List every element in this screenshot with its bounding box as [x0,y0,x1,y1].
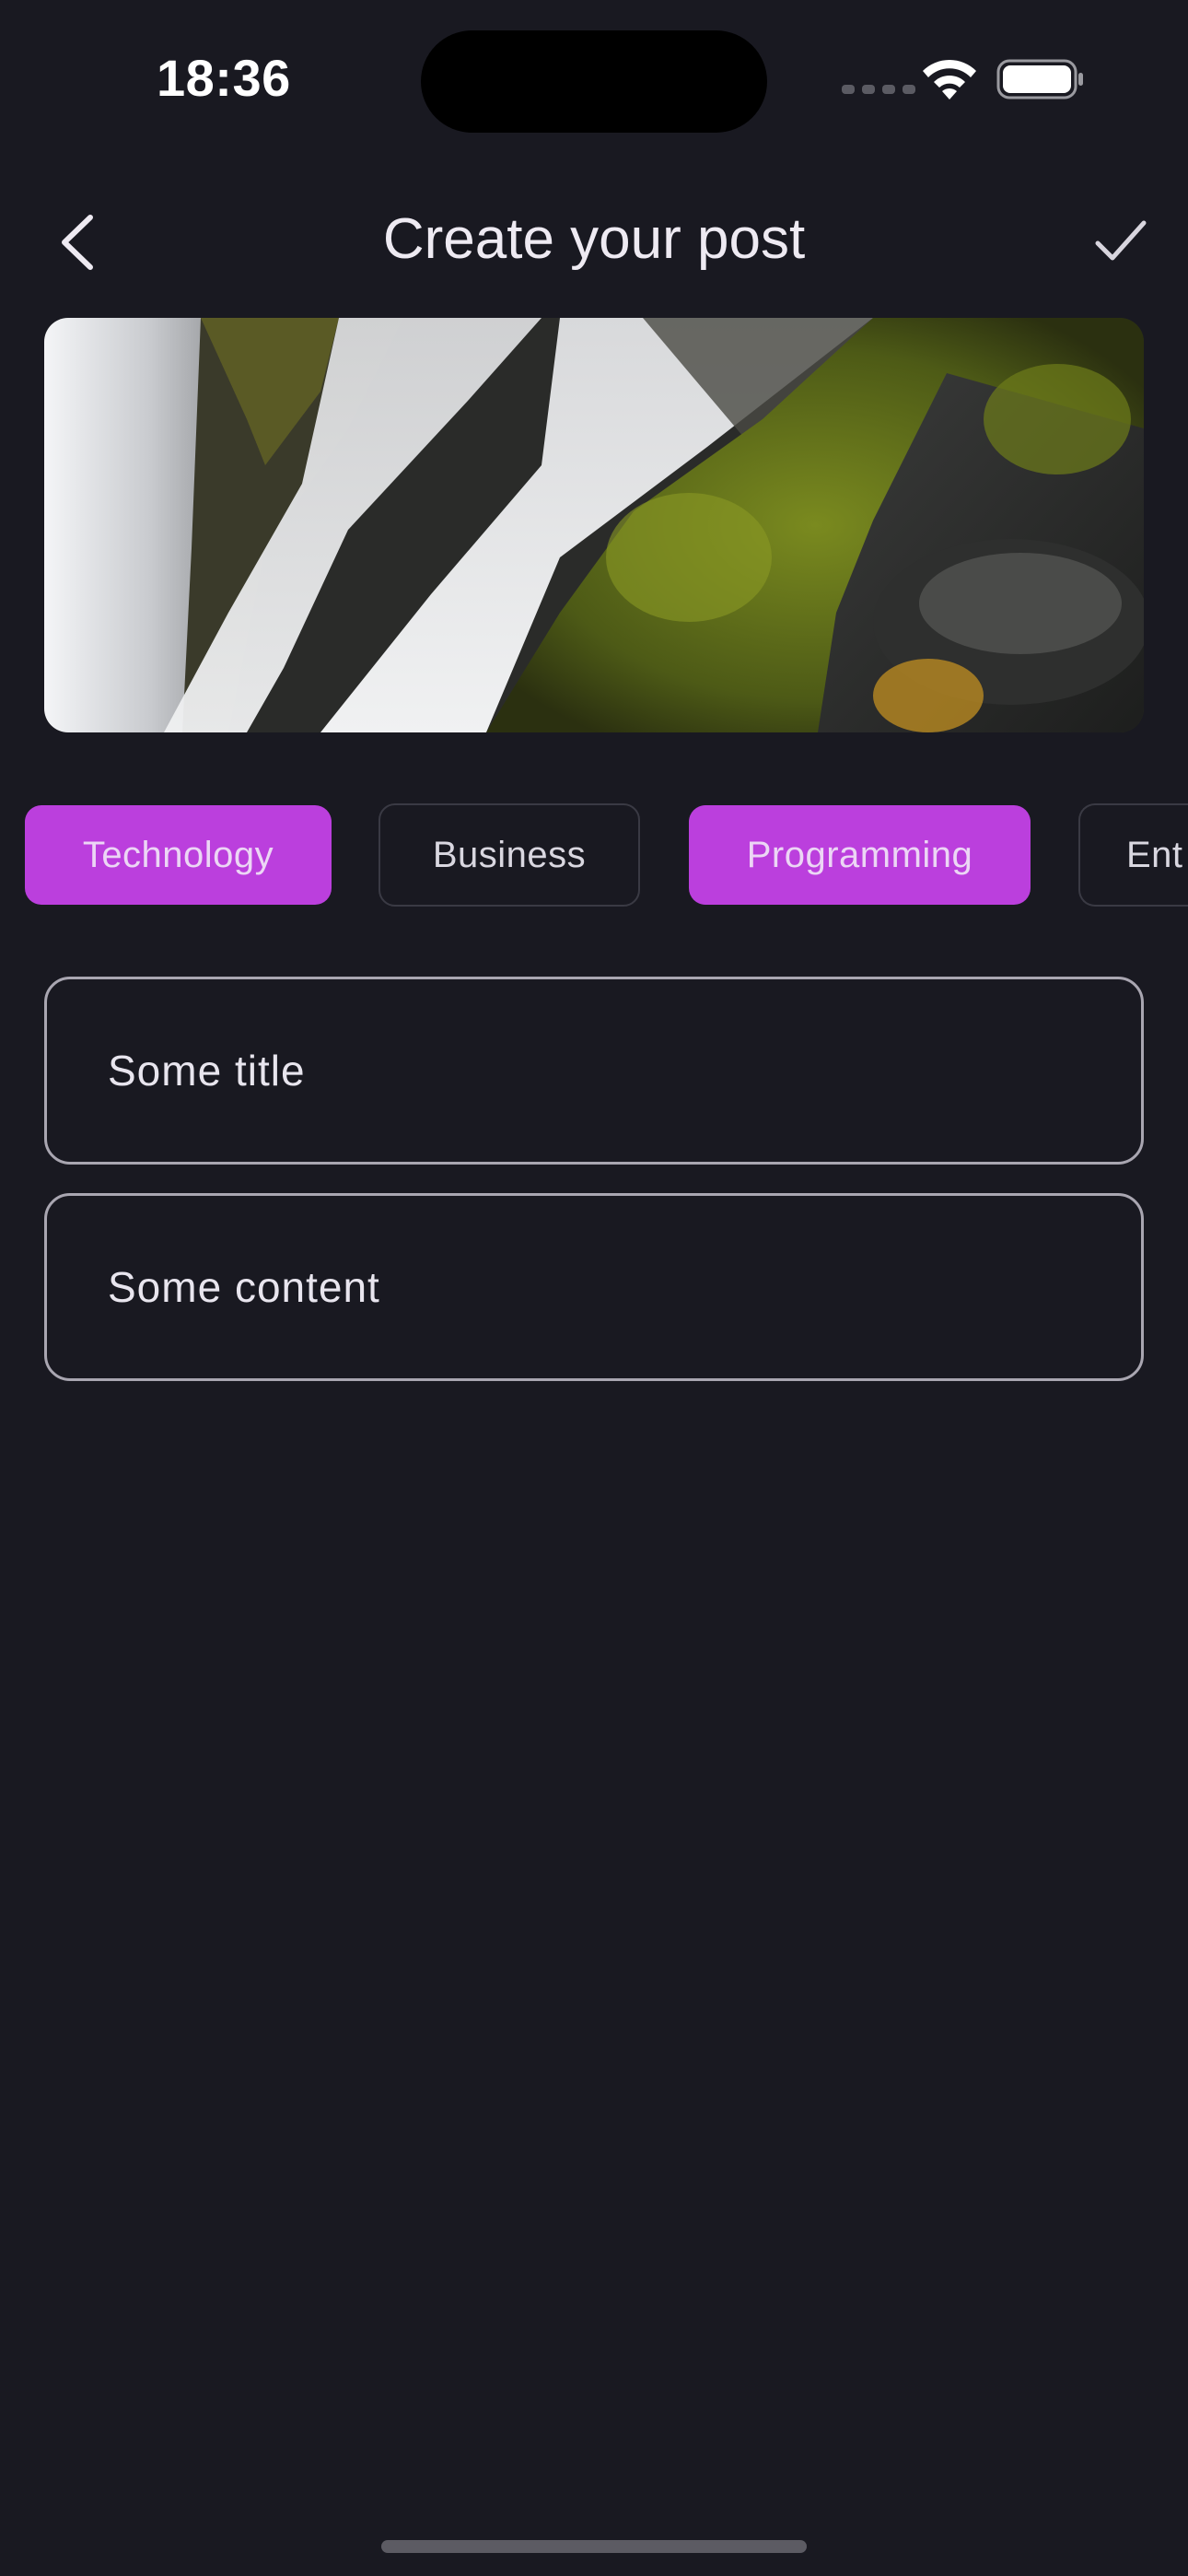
status-time: 18:36 [157,49,291,107]
chip-label: Technology [82,834,274,875]
wifi-icon [923,59,976,100]
chip-label: Business [432,834,587,875]
waterfall-image [44,318,1144,732]
confirm-checkmark-button[interactable] [1092,216,1149,265]
post-cover-image[interactable] [44,318,1144,732]
dynamic-island [421,30,767,133]
chip-label: Programming [746,834,973,875]
content-input-value: Some content [108,1263,380,1311]
cellular-signal-icon [842,85,915,94]
title-input[interactable]: Some title [44,977,1144,1165]
create-post-screen: 18:36 Create your post Technology Busine… [0,0,1188,2576]
title-input-value: Some title [108,1047,306,1095]
category-chip-programming[interactable]: Programming [689,805,1031,905]
category-chip-business[interactable]: Business [379,803,640,907]
battery-icon [996,59,1083,100]
category-chip-technology[interactable]: Technology [25,805,332,905]
chip-label: Ent [1126,834,1183,875]
home-indicator[interactable] [381,2540,807,2553]
page-title: Create your post [382,207,806,271]
category-chip-partial[interactable]: Ent [1078,803,1188,907]
content-input[interactable]: Some content [44,1193,1144,1381]
